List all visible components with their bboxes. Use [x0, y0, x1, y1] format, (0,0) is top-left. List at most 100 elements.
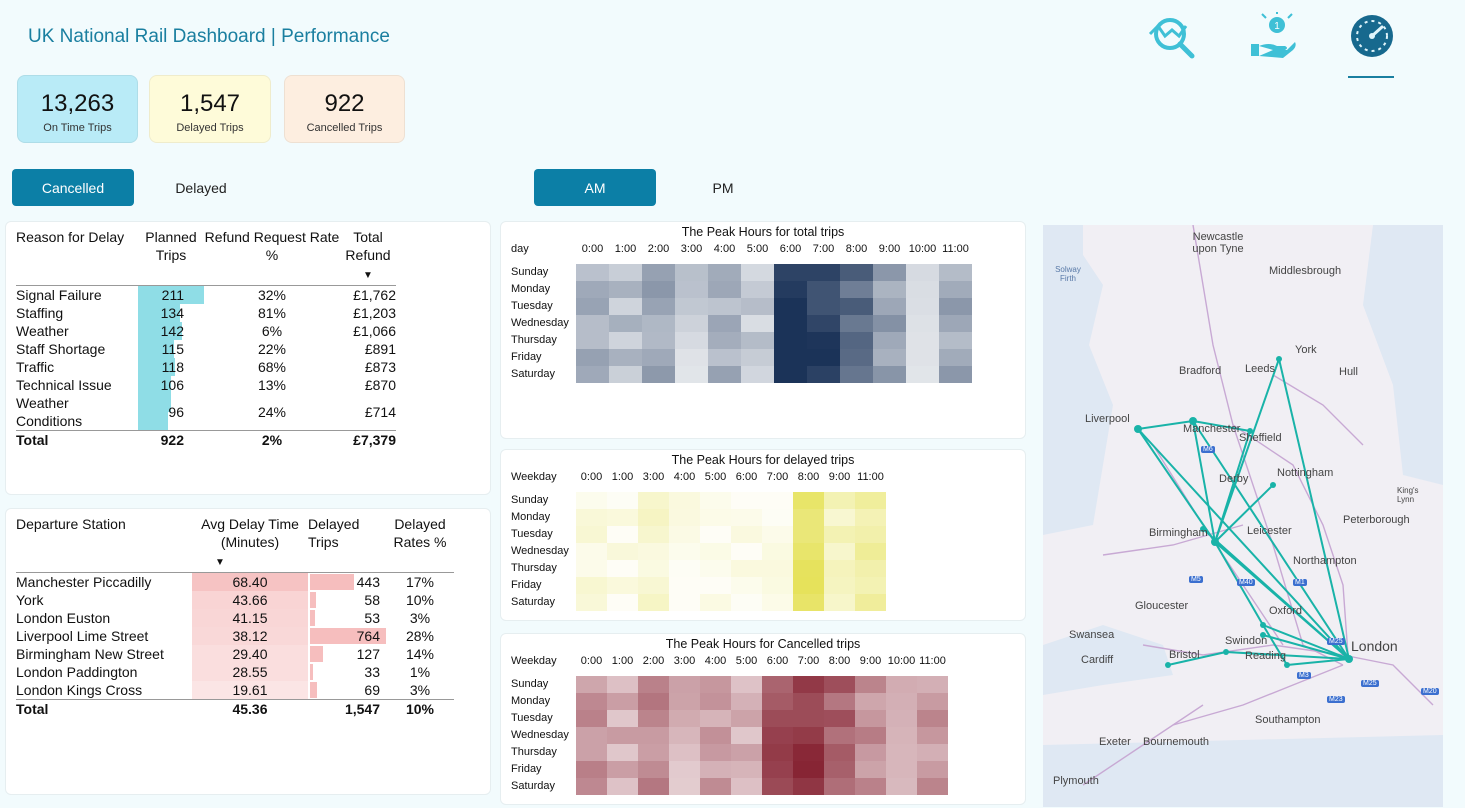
heatmap-cell[interactable] [638, 727, 669, 744]
heatmap-cell[interactable] [638, 577, 669, 594]
heatmap-cell[interactable] [939, 349, 972, 366]
heatmap-cell[interactable] [906, 349, 939, 366]
heatmap-cell[interactable] [642, 349, 675, 366]
table-row[interactable]: Technical Issue 106 13% £870 [16, 376, 396, 412]
heatmap-cell[interactable] [793, 710, 824, 727]
heatmap-cell[interactable] [731, 693, 762, 710]
heatmap-cell[interactable] [669, 727, 700, 744]
heatmap-cell[interactable] [917, 727, 948, 744]
heatmap-cell[interactable] [840, 332, 873, 349]
table-row[interactable]: Traffic 118 68% £873 [16, 358, 396, 376]
heatmap-cell[interactable] [762, 778, 793, 795]
route-map[interactable]: Newcastle upon Tyne Middlesbrough Solway F… [1043, 225, 1443, 807]
heatmap-cell[interactable] [873, 264, 906, 281]
heatmap-cell[interactable] [607, 543, 638, 560]
heatmap-cell[interactable] [886, 710, 917, 727]
heatmap-cell[interactable] [700, 560, 731, 577]
heatmap-cell[interactable] [669, 676, 700, 693]
heatmap-cell[interactable] [906, 298, 939, 315]
heatmap-cell[interactable] [669, 509, 700, 526]
heatmap-cell[interactable] [741, 332, 774, 349]
heatmap-cell[interactable] [609, 315, 642, 332]
heatmap-cell[interactable] [731, 676, 762, 693]
heatmap-cell[interactable] [906, 281, 939, 298]
tab-delayed[interactable]: Delayed [140, 169, 262, 206]
heatmap-cell[interactable] [855, 594, 886, 611]
heatmap-cell[interactable] [576, 560, 607, 577]
heatmap-cell[interactable] [793, 761, 824, 778]
heatmap-cell[interactable] [669, 577, 700, 594]
heatmap-cell[interactable] [939, 281, 972, 298]
table-row[interactable]: London Euston 41.15 53 3% [16, 609, 454, 627]
heatmap-cell[interactable] [840, 366, 873, 383]
heatmap-cell[interactable] [855, 577, 886, 594]
heatmap-cell[interactable] [906, 264, 939, 281]
heatmap-cell[interactable] [793, 577, 824, 594]
heatmap-cell[interactable] [731, 526, 762, 543]
heatmap-cell[interactable] [700, 761, 731, 778]
heatmap-cell[interactable] [638, 710, 669, 727]
heatmap-cell[interactable] [675, 349, 708, 366]
heatmap-cell[interactable] [700, 744, 731, 761]
heatmap-cell[interactable] [607, 526, 638, 543]
heatmap-cell[interactable] [762, 560, 793, 577]
heatmap-cell[interactable] [824, 560, 855, 577]
heatmap-cell[interactable] [939, 332, 972, 349]
heatmap-cell[interactable] [855, 778, 886, 795]
heatmap-cell[interactable] [793, 676, 824, 693]
heatmap-cell[interactable] [731, 560, 762, 577]
heatmap-cell[interactable] [669, 778, 700, 795]
heatmap-cell[interactable] [638, 543, 669, 560]
heatmap-cell[interactable] [762, 744, 793, 761]
heatmap-cell[interactable] [824, 744, 855, 761]
heatmap-cell[interactable] [840, 349, 873, 366]
heatmap-cell[interactable] [824, 761, 855, 778]
heatmap-cell[interactable] [576, 710, 607, 727]
table-row[interactable]: Weather 142 6% £1,066 [16, 322, 396, 340]
col-header-delayed-trips[interactable]: Delayed Trips [308, 515, 386, 573]
col-header-avg-delay[interactable]: Avg Delay Time (Minutes) ▼ [192, 515, 308, 573]
heatmap-cell[interactable] [708, 264, 741, 281]
heatmap-cell[interactable] [855, 693, 886, 710]
heatmap-cell[interactable] [731, 778, 762, 795]
heatmap-cell[interactable] [642, 332, 675, 349]
table-row[interactable]: Liverpool Lime Street 38.12 764 28% [16, 627, 454, 645]
col-header-delayed-rate[interactable]: Delayed Rates % [386, 515, 454, 573]
heatmap-cell[interactable] [917, 676, 948, 693]
heatmap-cell[interactable] [576, 778, 607, 795]
heatmap-cell[interactable] [873, 298, 906, 315]
heatmap-cell[interactable] [824, 526, 855, 543]
heatmap-cell[interactable] [793, 560, 824, 577]
heatmap-cell[interactable] [855, 727, 886, 744]
heatmap-cell[interactable] [708, 366, 741, 383]
heatmap-cell[interactable] [762, 594, 793, 611]
heatmap-cell[interactable] [576, 744, 607, 761]
heatmap-cell[interactable] [669, 543, 700, 560]
heatmap-cell[interactable] [576, 349, 609, 366]
heatmap-cell[interactable] [873, 366, 906, 383]
table-row[interactable]: Staffing 134 81% £1,203 [16, 304, 396, 322]
heatmap-cell[interactable] [917, 693, 948, 710]
heatmap-cell[interactable] [576, 281, 609, 298]
heatmap-cell[interactable] [774, 315, 807, 332]
table-row[interactable]: Manchester Piccadilly 68.40 443 17% [16, 572, 454, 591]
heatmap-cell[interactable] [855, 543, 886, 560]
heatmap-cell[interactable] [669, 761, 700, 778]
col-header-station[interactable]: Departure Station [16, 515, 192, 573]
table-row[interactable]: London Paddington 28.55 33 1% [16, 663, 454, 681]
heatmap-cell[interactable] [609, 349, 642, 366]
heatmap-cell[interactable] [576, 298, 609, 315]
heatmap-cell[interactable] [906, 315, 939, 332]
table-row[interactable]: London Kings Cross 19.61 69 3% [16, 681, 454, 700]
heatmap-cell[interactable] [762, 727, 793, 744]
heatmap-cell[interactable] [762, 492, 793, 509]
heatmap-cell[interactable] [607, 676, 638, 693]
heatmap-cell[interactable] [774, 264, 807, 281]
heatmap-cell[interactable] [939, 298, 972, 315]
heatmap-cell[interactable] [669, 560, 700, 577]
heatmap-cell[interactable] [700, 727, 731, 744]
heatmap-cell[interactable] [807, 281, 840, 298]
heatmap-cell[interactable] [700, 693, 731, 710]
heatmap-cell[interactable] [917, 761, 948, 778]
heatmap-cell[interactable] [774, 298, 807, 315]
